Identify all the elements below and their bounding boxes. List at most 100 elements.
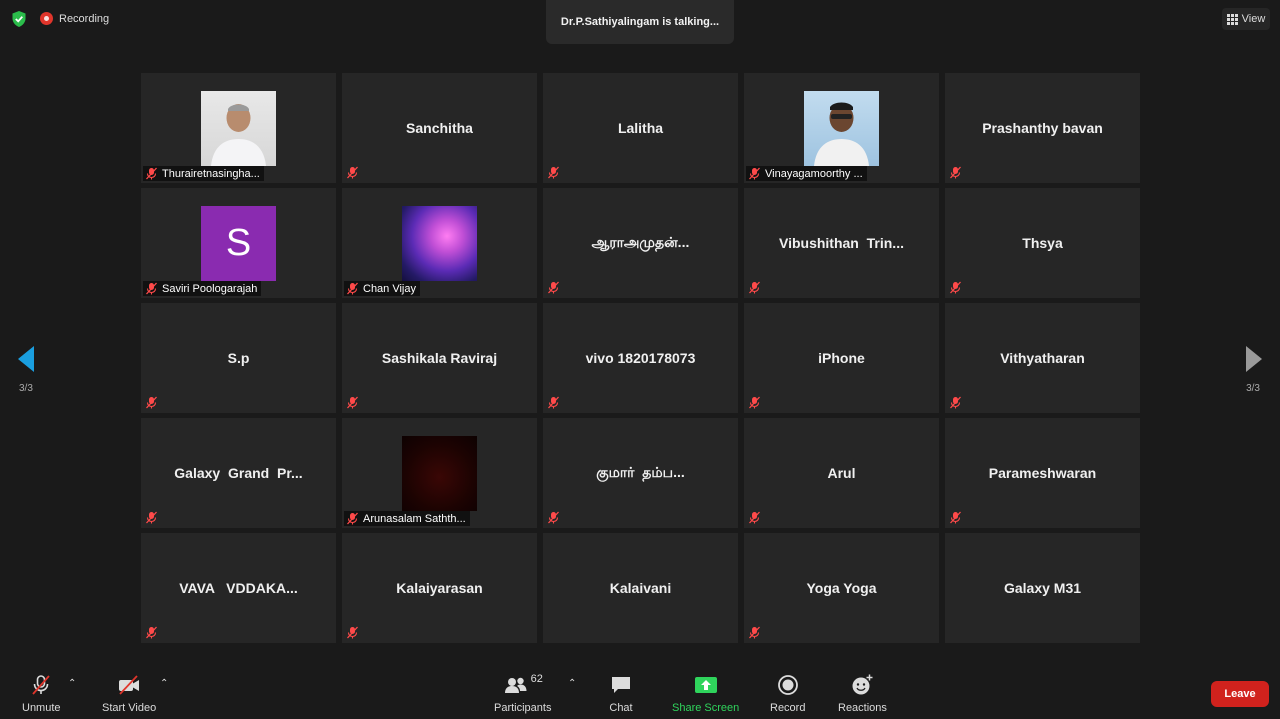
muted-microphone-icon <box>29 673 53 697</box>
reactions-label: Reactions <box>838 702 887 714</box>
recording-indicator[interactable]: Recording <box>40 12 109 25</box>
participant-tile[interactable]: Kalaivani <box>543 533 738 643</box>
participant-name: Arul <box>827 465 856 481</box>
muted-mic-icon <box>547 166 560 179</box>
participant-tile[interactable]: Vibushithan Trin... <box>744 188 939 298</box>
participant-tile[interactable]: S.p <box>141 303 336 413</box>
participant-name-label: Arunasalam Sathth... <box>344 511 470 526</box>
participant-avatar <box>201 91 276 166</box>
participant-tile[interactable]: Sashikala Raviraj <box>342 303 537 413</box>
participant-name: குமார் தம்ப... <box>596 463 685 480</box>
muted-mic-icon <box>949 511 962 524</box>
participant-tile[interactable]: Thurairetnasingha... <box>141 73 336 183</box>
participant-name: Kalaiyarasan <box>396 580 483 596</box>
grid-icon <box>1226 13 1238 25</box>
muted-mic-icon <box>748 511 761 524</box>
view-label: View <box>1241 13 1266 25</box>
start-video-button[interactable]: Start Video <box>102 673 156 714</box>
participant-tile[interactable]: Arul <box>744 418 939 528</box>
participants-label: Participants <box>494 702 552 714</box>
record-button[interactable]: Record <box>770 673 805 714</box>
muted-mic-icon <box>346 166 359 179</box>
unmute-button[interactable]: Unmute <box>22 673 61 714</box>
muted-mic-icon <box>547 511 560 524</box>
share-screen-button[interactable]: Share Screen <box>672 673 739 714</box>
participant-tile[interactable]: Chan Vijay <box>342 188 537 298</box>
participant-tile[interactable]: S Saviri Poologarajah <box>141 188 336 298</box>
share-screen-icon <box>694 673 718 697</box>
participant-name-label: Saviri Poologarajah <box>143 281 262 296</box>
muted-mic-icon <box>748 167 761 180</box>
leave-button[interactable]: Leave <box>1211 681 1269 707</box>
muted-mic-icon <box>346 396 359 409</box>
muted-mic-icon <box>145 626 158 639</box>
participant-tile[interactable]: Galaxy M31 <box>945 533 1140 643</box>
record-label: Record <box>770 702 806 714</box>
participant-name: Lalitha <box>617 120 664 136</box>
view-button[interactable]: View <box>1222 8 1270 30</box>
participant-tile[interactable]: Galaxy Grand Pr... <box>141 418 336 528</box>
reactions-smiley-icon <box>850 673 874 697</box>
muted-mic-icon <box>547 281 560 294</box>
share-screen-label: Share Screen <box>672 702 740 714</box>
participant-avatar <box>402 436 477 511</box>
participant-tile[interactable]: Vinayagamoorthy ... <box>744 73 939 183</box>
leave-label: Leave <box>1224 688 1256 700</box>
participant-name: VAVA VDDAKA... <box>179 580 298 596</box>
participant-tile[interactable]: Arunasalam Sathth... <box>342 418 537 528</box>
participants-button[interactable]: 62 Participants <box>494 673 551 714</box>
muted-mic-icon <box>145 511 158 524</box>
security-shield-icon[interactable] <box>10 10 28 28</box>
chat-button[interactable]: Chat <box>609 673 633 714</box>
participant-name-label: Chan Vijay <box>344 281 420 296</box>
participant-name: Arunasalam Sathth... <box>363 512 466 525</box>
muted-mic-icon <box>949 166 962 179</box>
reactions-button[interactable]: Reactions <box>838 673 887 714</box>
participant-tile[interactable]: Parameshwaran <box>945 418 1140 528</box>
participant-name: Galaxy Grand Pr... <box>174 465 303 481</box>
participant-tile[interactable]: ஆராஅமுதன்... <box>543 188 738 298</box>
participant-tile[interactable]: VAVA VDDAKA... <box>141 533 336 643</box>
participant-name: S.p <box>227 350 250 366</box>
participant-name: Prashanthy bavan <box>982 120 1103 136</box>
participant-tile[interactable]: Kalaiyarasan <box>342 533 537 643</box>
muted-mic-icon <box>748 396 761 409</box>
page-indicator-left: 3/3 <box>19 383 33 394</box>
participant-tile[interactable]: Prashanthy bavan <box>945 73 1140 183</box>
recording-label: Recording <box>59 12 110 25</box>
participant-name: Yoga Yoga <box>806 580 877 596</box>
unmute-label: Unmute <box>22 702 61 714</box>
participant-tile[interactable]: Lalitha <box>543 73 738 183</box>
participant-tile[interactable]: குமார் தம்ப... <box>543 418 738 528</box>
participants-icon: 62 <box>503 673 543 697</box>
participant-name: Chan Vijay <box>363 282 416 295</box>
participant-name-label: Thurairetnasingha... <box>143 166 264 181</box>
participant-avatar <box>402 206 477 281</box>
previous-page-arrow-icon[interactable] <box>18 346 34 372</box>
participants-count: 62 <box>530 673 543 685</box>
participant-name: Sashikala Raviraj <box>381 350 498 366</box>
active-speaker-banner: Dr.P.Sathiyalingam is talking... <box>546 0 734 44</box>
video-options-chevron-icon[interactable]: ⌃ <box>160 678 168 689</box>
record-icon <box>776 673 800 697</box>
participant-name: Thsya <box>1022 235 1063 251</box>
participant-tile[interactable]: Vithyatharan <box>945 303 1140 413</box>
muted-mic-icon <box>949 396 962 409</box>
muted-mic-icon <box>748 626 761 639</box>
participant-name: vivo 1820178073 <box>585 350 696 366</box>
participant-name: Thurairetnasingha... <box>162 167 260 180</box>
participant-tile[interactable]: Yoga Yoga <box>744 533 939 643</box>
participant-tile[interactable]: iPhone <box>744 303 939 413</box>
participant-tile[interactable]: vivo 1820178073 <box>543 303 738 413</box>
muted-mic-icon <box>346 512 359 525</box>
participant-tile[interactable]: Sanchitha <box>342 73 537 183</box>
participant-name: Kalaivani <box>609 580 672 596</box>
participant-tile[interactable]: Thsya <box>945 188 1140 298</box>
participants-options-chevron-icon[interactable]: ⌃ <box>568 678 576 689</box>
participant-name: Parameshwaran <box>988 465 1097 481</box>
muted-mic-icon <box>145 167 158 180</box>
audio-options-chevron-icon[interactable]: ⌃ <box>68 678 76 689</box>
participant-name: ஆராஅமுதன்... <box>591 233 690 250</box>
muted-mic-icon <box>547 396 560 409</box>
next-page-arrow-icon[interactable] <box>1246 346 1262 372</box>
